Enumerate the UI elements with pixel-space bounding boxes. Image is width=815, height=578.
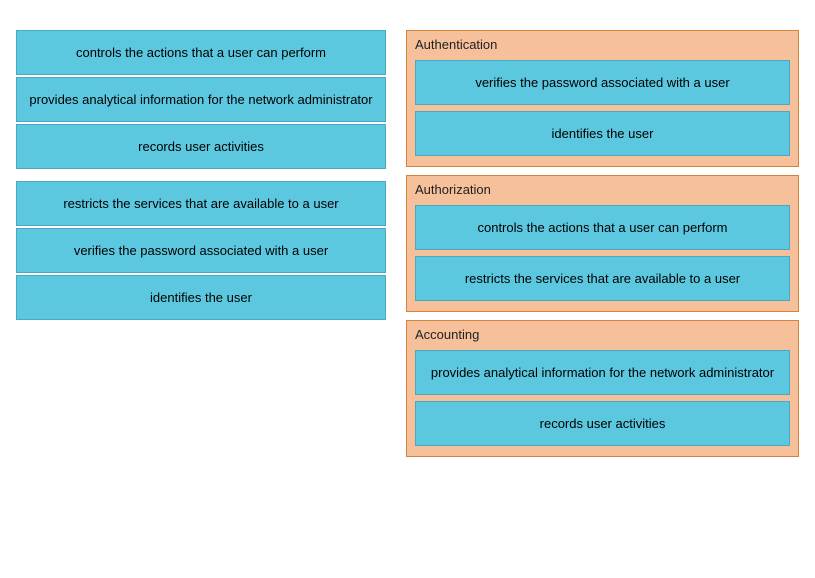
category-title-accounting: Accounting: [415, 327, 790, 342]
left-item-item-provides[interactable]: provides analytical information for the …: [16, 77, 386, 122]
left-item-item-identifies[interactable]: identifies the user: [16, 275, 386, 320]
right-item-auth-identifies[interactable]: identifies the user: [415, 111, 790, 156]
right-item-acct-provides[interactable]: provides analytical information for the …: [415, 350, 790, 395]
left-item-item-records[interactable]: records user activities: [16, 124, 386, 169]
right-item-authz-restricts[interactable]: restricts the services that are availabl…: [415, 256, 790, 301]
right-item-authz-controls[interactable]: controls the actions that a user can per…: [415, 205, 790, 250]
category-title-authentication: Authentication: [415, 37, 790, 52]
main-layout: controls the actions that a user can per…: [16, 30, 799, 457]
category-items-accounting: provides analytical information for the …: [415, 350, 790, 446]
category-box-authorization: Authorization controls the actions that a…: [406, 175, 799, 312]
left-column: controls the actions that a user can per…: [16, 30, 386, 322]
category-box-authentication: Authentication verifies the password asso…: [406, 30, 799, 167]
category-box-accounting: Accounting provides analytical informatio…: [406, 320, 799, 457]
left-item-item-verifies[interactable]: verifies the password associated with a …: [16, 228, 386, 273]
category-items-authorization: controls the actions that a user can per…: [415, 205, 790, 301]
right-column: Authentication verifies the password asso…: [406, 30, 799, 457]
category-title-authorization: Authorization: [415, 182, 790, 197]
right-item-auth-verifies[interactable]: verifies the password associated with a …: [415, 60, 790, 105]
left-item-item-restricts[interactable]: restricts the services that are availabl…: [16, 181, 386, 226]
category-items-authentication: verifies the password associated with a …: [415, 60, 790, 156]
left-item-item-controls[interactable]: controls the actions that a user can per…: [16, 30, 386, 75]
right-item-acct-records[interactable]: records user activities: [415, 401, 790, 446]
